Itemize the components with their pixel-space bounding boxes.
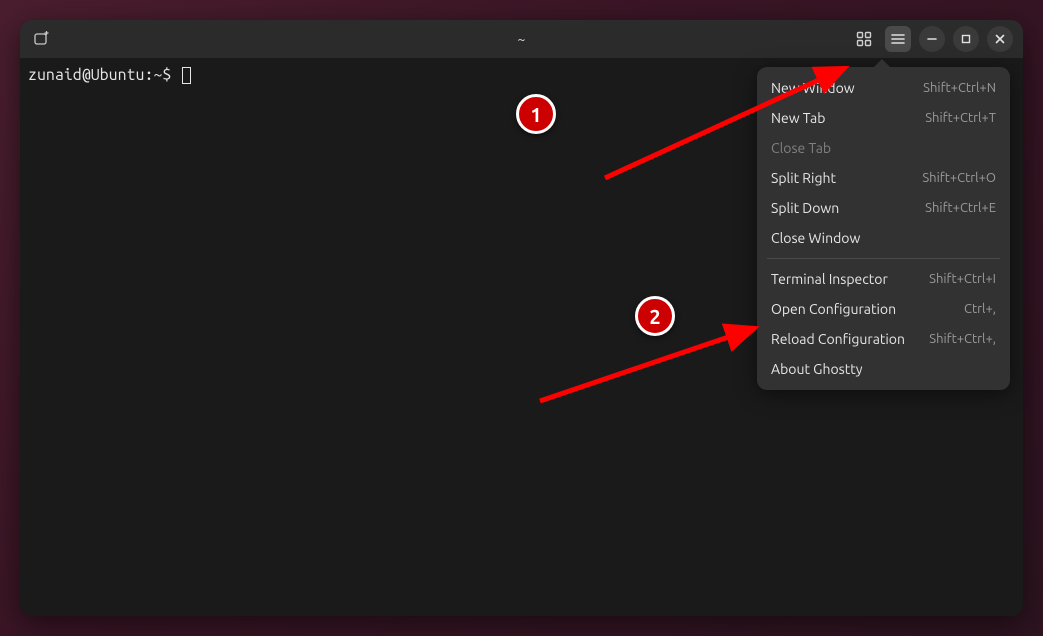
close-button[interactable] xyxy=(987,26,1013,52)
hamburger-menu-button[interactable] xyxy=(885,26,911,52)
minimize-button[interactable] xyxy=(919,26,945,52)
grid-icon xyxy=(856,31,872,47)
menu-item-shortcut: Shift+Ctrl+E xyxy=(925,201,996,215)
menu-item-label: Terminal Inspector xyxy=(771,271,888,287)
minimize-icon xyxy=(927,34,937,44)
menu-item-terminal-inspector[interactable]: Terminal Inspector Shift+Ctrl+I xyxy=(757,264,1010,294)
menu-item-reload-configuration[interactable]: Reload Configuration Shift+Ctrl+, xyxy=(757,324,1010,354)
menu-item-about-ghostty[interactable]: About Ghostty xyxy=(757,354,1010,384)
tab-overview-button[interactable] xyxy=(851,26,877,52)
menu-item-shortcut: Shift+Ctrl+, xyxy=(929,332,996,346)
maximize-button[interactable] xyxy=(953,26,979,52)
shell-prompt: zunaid@Ubuntu:~$ xyxy=(28,66,171,84)
menu-item-label: Close Window xyxy=(771,230,860,246)
menu-item-shortcut: Ctrl+, xyxy=(964,302,996,316)
hamburger-icon xyxy=(890,31,906,47)
annotation-badge-2-label: 2 xyxy=(649,305,660,328)
menu-item-label: Reload Configuration xyxy=(771,331,905,347)
menu-item-close-window[interactable]: Close Window xyxy=(757,223,1010,253)
cursor xyxy=(182,67,191,84)
window-title: ~ xyxy=(518,31,526,47)
menu-item-label: Split Down xyxy=(771,200,839,216)
menu-item-label: About Ghostty xyxy=(771,361,863,377)
new-tab-icon xyxy=(34,31,50,47)
menu-item-shortcut: Shift+Ctrl+I xyxy=(929,272,996,286)
annotation-badge-1: 1 xyxy=(516,94,556,134)
menu-item-label: Open Configuration xyxy=(771,301,896,317)
menu-item-open-configuration[interactable]: Open Configuration Ctrl+, xyxy=(757,294,1010,324)
titlebar: ~ xyxy=(20,20,1023,58)
menu-section-2: Terminal Inspector Shift+Ctrl+I Open Confi… xyxy=(757,264,1010,384)
close-icon xyxy=(995,34,1005,44)
annotation-badge-2: 2 xyxy=(635,296,675,336)
menu-separator xyxy=(767,258,1000,259)
annotation-badge-1-label: 1 xyxy=(530,103,541,126)
menu-item-shortcut: Shift+Ctrl+N xyxy=(923,81,996,95)
menu-item-shortcut: Shift+Ctrl+T xyxy=(925,111,996,125)
new-tab-button[interactable] xyxy=(30,27,54,51)
annotation-arrow-1 xyxy=(555,60,875,190)
menu-item-split-down[interactable]: Split Down Shift+Ctrl+E xyxy=(757,193,1010,223)
maximize-icon xyxy=(961,34,971,44)
menu-item-shortcut: Shift+Ctrl+O xyxy=(922,171,996,185)
